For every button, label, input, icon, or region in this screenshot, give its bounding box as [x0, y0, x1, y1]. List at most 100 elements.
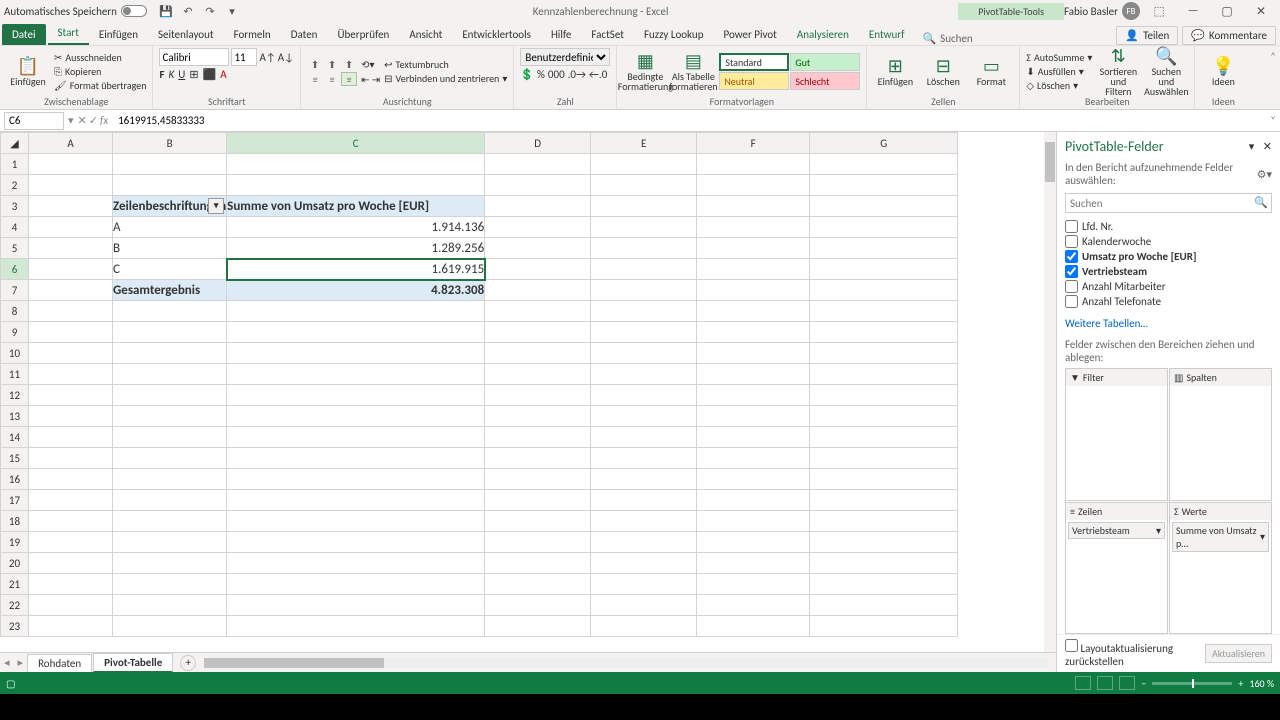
normal-view-icon[interactable] [1075, 676, 1091, 690]
page-break-view-icon[interactable] [1119, 676, 1135, 690]
tab-fuzzy[interactable]: Fuzzy Lookup [634, 24, 714, 45]
collapse-ribbon-icon[interactable]: ˄ [1266, 46, 1280, 109]
tab-view[interactable]: Ansicht [399, 24, 452, 45]
area-rows[interactable]: ≡Zeilen Vertriebsteam▾ [1065, 502, 1168, 635]
row-header[interactable]: 2 [1, 175, 29, 196]
copy-button[interactable]: ⎘ Kopieren [54, 65, 146, 78]
row-header[interactable]: 12 [1, 385, 29, 406]
worksheet-grid[interactable]: ◢ A B C D E F G 1 2 3Zeilenbeschriftunge… [0, 132, 1056, 652]
comments-button[interactable]: 💬Kommentare [1182, 26, 1276, 45]
cancel-formula-icon[interactable]: ✕ [78, 114, 87, 127]
cut-button[interactable]: ✂ Ausschneiden [54, 51, 146, 64]
tab-help[interactable]: Hilfe [541, 24, 581, 45]
pivot-row-value[interactable]: 1.914.136 [227, 217, 485, 238]
cell-styles-gallery[interactable]: Standard Gut Neutral Schlecht [719, 53, 860, 90]
taskpane-close-icon[interactable]: ✕ [1263, 140, 1272, 153]
more-tables-link[interactable]: Weitere Tabellen… [1057, 313, 1280, 334]
field-item[interactable]: Anzahl Mitarbeiter [1065, 279, 1272, 294]
pivot-value-header[interactable]: Summe von Umsatz pro Woche [EUR] [227, 196, 485, 217]
row-header[interactable]: 5 [1, 238, 29, 259]
sheet-tab-pivot[interactable]: Pivot-Tabelle [93, 653, 173, 673]
sheet-tab-rohdaten[interactable]: Rohdaten [27, 654, 92, 672]
tab-file[interactable]: Datei [2, 24, 46, 45]
update-button[interactable]: Aktualisieren [1205, 644, 1272, 663]
field-item[interactable]: Anzahl Telefonate [1065, 294, 1272, 309]
sheet-nav-prev-icon[interactable]: ◂ [0, 656, 14, 669]
accept-formula-icon[interactable]: ✓ [89, 114, 98, 127]
currency-button[interactable]: 💲 [520, 68, 534, 81]
tab-powerpivot[interactable]: Power Pivot [713, 24, 786, 45]
row-header[interactable]: 16 [1, 469, 29, 490]
ideas-button[interactable]: 💡Ideen [1201, 50, 1245, 94]
wrap-text-button[interactable]: ↩ Textumbruch [384, 58, 507, 71]
row-header[interactable]: 14 [1, 427, 29, 448]
tab-factset[interactable]: FactSet [581, 24, 634, 45]
row-header[interactable]: 19 [1, 532, 29, 553]
area-values[interactable]: ΣWerte Summe von Umsatz p…▾ [1169, 502, 1272, 635]
col-header-g[interactable]: G [810, 133, 958, 154]
pivot-rowlabel-header[interactable]: Zeilenbeschriftungen [113, 196, 227, 217]
format-as-table-button[interactable]: ▤Als Tabelle formatieren [671, 50, 715, 94]
row-header[interactable]: 13 [1, 406, 29, 427]
row-header[interactable]: 22 [1, 595, 29, 616]
autosave-toggle[interactable]: Automatisches Speichern [4, 5, 147, 18]
field-search-input[interactable] [1065, 193, 1272, 213]
percent-button[interactable]: % [537, 68, 545, 81]
row-header[interactable]: 4 [1, 217, 29, 238]
gear-icon[interactable]: ⚙▾ [1257, 168, 1272, 181]
field-item[interactable]: Umsatz pro Woche [EUR] [1065, 249, 1272, 264]
pivot-row-label[interactable]: B [113, 238, 227, 259]
redo-icon[interactable]: ↷ [202, 3, 218, 19]
font-name-input[interactable] [159, 48, 229, 66]
row-header[interactable]: 20 [1, 553, 29, 574]
ribbon-display-icon[interactable]: ⬚ [1144, 1, 1174, 21]
zoom-level[interactable]: 160 % [1249, 677, 1274, 690]
field-item[interactable]: Kalenderwoche [1065, 234, 1272, 249]
pivot-row-value[interactable]: 1.289.256 [227, 238, 485, 259]
pivot-row-label[interactable]: C [113, 259, 227, 280]
fx-icon[interactable]: fx [100, 114, 108, 127]
col-header-f[interactable]: F [697, 133, 810, 154]
autosum-button[interactable]: Σ AutoSumme ▾ [1026, 51, 1092, 64]
pivot-total-value[interactable]: 4.823.308 [227, 280, 485, 301]
tab-developer[interactable]: Entwicklertools [452, 24, 541, 45]
underline-button[interactable]: U [178, 68, 185, 81]
close-icon[interactable]: ✕ [1246, 1, 1276, 21]
zoom-in-icon[interactable]: + [1238, 677, 1243, 690]
style-standard[interactable]: Standard [719, 53, 789, 71]
find-select-button[interactable]: 🔍Suchen und Auswählen [1144, 50, 1188, 94]
row-header[interactable]: 8 [1, 301, 29, 322]
zoom-slider[interactable] [1152, 682, 1232, 685]
tab-analyze[interactable]: Analysieren [787, 24, 859, 45]
increase-font-icon[interactable]: A↑ [259, 51, 275, 64]
tab-design[interactable]: Entwurf [859, 24, 915, 45]
record-macro-icon[interactable]: ▢ [6, 677, 15, 690]
indent-buttons[interactable]: ⇤ ⇥ [361, 73, 380, 86]
undo-icon[interactable]: ↶ [180, 3, 196, 19]
merge-center-button[interactable]: ⊟ Verbinden und zentrieren ▾ [384, 72, 507, 85]
row-header[interactable]: 10 [1, 343, 29, 364]
row-header[interactable]: 1 [1, 154, 29, 175]
col-header-a[interactable]: A [29, 133, 113, 154]
tab-review[interactable]: Überprüfen [327, 24, 399, 45]
tell-me-search[interactable]: 🔍 Suchen [922, 32, 972, 45]
vertical-scrollbar[interactable] [1044, 132, 1056, 652]
row-header[interactable]: 9 [1, 322, 29, 343]
row-header[interactable]: 21 [1, 574, 29, 595]
row-header[interactable]: 11 [1, 364, 29, 385]
row-header[interactable]: 15 [1, 448, 29, 469]
user-avatar[interactable]: FB [1122, 2, 1140, 20]
bold-button[interactable]: F [159, 68, 164, 81]
horizontal-scrollbar[interactable] [204, 658, 1048, 668]
save-icon[interactable]: 💾 [158, 3, 174, 19]
field-item[interactable]: Lfd. Nr. [1065, 219, 1272, 234]
area-filter[interactable]: ▼Filter [1065, 368, 1168, 501]
qat-customize-icon[interactable]: ▾ [224, 3, 240, 19]
tab-pagelayout[interactable]: Seitenlayout [148, 24, 224, 45]
tab-start[interactable]: Start [48, 22, 89, 45]
taskpane-options-icon[interactable]: ▾ [1249, 140, 1255, 153]
alignment-grid[interactable]: ⬆⬆⬆ ≡≡≡ [307, 57, 357, 86]
style-bad[interactable]: Schlecht [790, 72, 860, 90]
page-layout-view-icon[interactable] [1097, 676, 1113, 690]
col-header-d[interactable]: D [485, 133, 591, 154]
